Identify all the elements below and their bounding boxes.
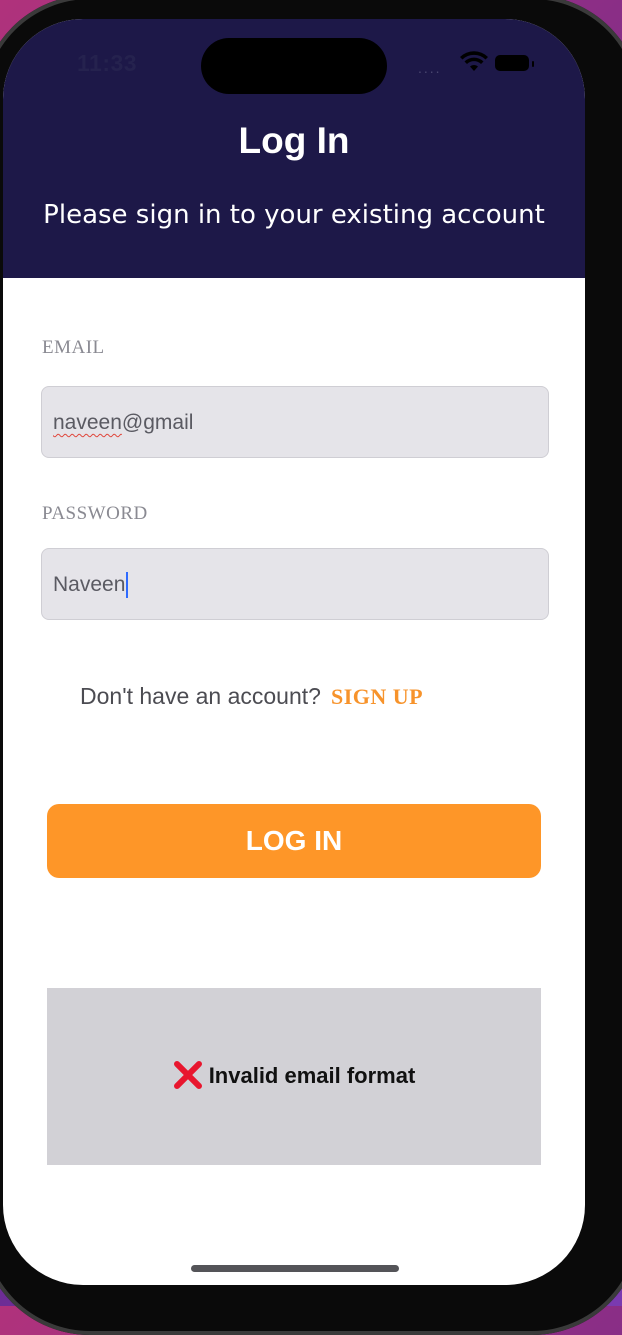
battery-cap [532,61,534,67]
cellular-signal-icon: .... [418,60,442,76]
wifi-icon [460,51,488,71]
text-cursor [126,572,129,599]
dynamic-island [201,38,387,94]
email-value-rest: @gmail [121,411,194,434]
page-title: Log In [238,120,350,161]
toast-message: Invalid email format [208,1062,416,1088]
password-label: PASSWORD [42,503,148,524]
signup-row: Don't have an account? SIGN UP [80,683,423,713]
header: 11:33 .... Log In Please sign in to your… [3,19,585,278]
error-toast: Invalid email format [47,988,541,1165]
phone-frame: 11:33 .... Log In Please sign in to your… [0,0,622,1335]
email-label: EMAIL [42,337,105,358]
x-icon [173,1061,202,1089]
app-screen: 11:33 .... Log In Please sign in to your… [3,19,585,1285]
status-time: 11:33 [77,50,138,76]
signup-prompt: Don't have an account? [80,683,321,709]
page-subtitle: Please sign in to your existing account [43,200,545,230]
password-field[interactable]: Naveen [41,548,549,620]
email-value-misspelled: naveen [53,411,122,434]
email-field[interactable]: naveen@gmail [41,386,549,458]
battery-icon [495,55,529,71]
password-value: Naveen [53,573,126,596]
home-indicator[interactable] [191,1265,399,1272]
login-button[interactable]: LOG IN [47,804,541,878]
toast-content: Invalid email format [47,1061,541,1092]
status-icons: .... [418,51,548,77]
signup-link[interactable]: SIGN UP [331,684,423,709]
